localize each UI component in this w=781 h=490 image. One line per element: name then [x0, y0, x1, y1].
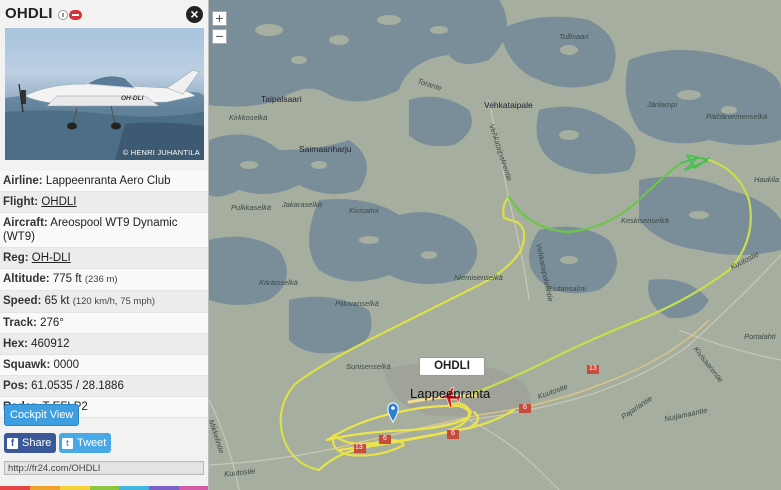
- pos-value: 61.0535 / 28.1886: [31, 380, 124, 392]
- place-label: Riutansalmi: [547, 284, 587, 293]
- facebook-share-button[interactable]: f Share: [4, 433, 57, 453]
- strip-segment: [119, 486, 150, 490]
- pos-label: Pos:: [3, 380, 28, 392]
- facebook-icon: f: [7, 437, 18, 449]
- place-label: Portalahti: [744, 332, 776, 341]
- strip-segment: [29, 486, 60, 490]
- color-strip: [0, 486, 208, 490]
- speed-metric: (120 km/h, 75 mph): [72, 296, 156, 307]
- place-label: Sunisenselkä: [346, 362, 391, 371]
- hide-icon[interactable]: [69, 10, 82, 20]
- strip-segment: [59, 486, 90, 490]
- place-label: Kirkkoselkä: [229, 113, 268, 122]
- place-label: Taipalsaari: [261, 94, 302, 104]
- detail-flight: Flight: OHDLI: [0, 192, 208, 213]
- airline-value: Lappeenranta Aero Club: [45, 175, 171, 187]
- road-6-label: 6: [523, 404, 527, 411]
- detail-altitude: Altitude: 775 ft (236 m): [0, 269, 208, 291]
- altitude-label: Altitude:: [3, 273, 50, 285]
- flight-link[interactable]: OHDLI: [41, 196, 76, 208]
- place-label: Saimaanharju: [299, 144, 352, 154]
- reg-link[interactable]: OH-DLI: [32, 252, 71, 264]
- place-label: Jänlampi: [647, 100, 678, 109]
- altitude-metric: (236 m): [84, 274, 118, 285]
- place-label: Pulkkaselkä: [231, 203, 272, 212]
- detail-airline: Airline: Lappeenranta Aero Club: [0, 171, 208, 192]
- zoom-out-button[interactable]: −: [212, 29, 227, 44]
- hex-label: Hex:: [3, 338, 28, 350]
- squawk-value: 0000: [53, 359, 80, 371]
- flight-info-panel: OHDLI × OH-DLI © HENRI JUHANTILA Airline…: [0, 0, 209, 490]
- panel-header: OHDLI ×: [0, 0, 208, 26]
- place-label: Niemisenselkä: [454, 273, 503, 282]
- map-flight-label[interactable]: OHDLI: [419, 357, 485, 376]
- detail-track: Track: 276°: [0, 313, 208, 334]
- altitude-value: 775 ft: [52, 273, 82, 285]
- twitter-bird-icon: t: [62, 437, 73, 449]
- strip-segment: [149, 486, 180, 490]
- strip-segment: [0, 486, 30, 490]
- track-label: Track:: [3, 317, 37, 329]
- place-label: Keskisenselkä: [621, 216, 669, 225]
- zoom-in-button[interactable]: +: [212, 11, 227, 26]
- speed-label: Speed:: [3, 295, 42, 307]
- aircraft-photo[interactable]: OH-DLI © HENRI JUHANTILA: [5, 28, 204, 160]
- squawk-label: Squawk:: [3, 359, 51, 371]
- flight-label: Flight:: [3, 196, 39, 208]
- tweet-button[interactable]: t Tweet: [59, 433, 112, 453]
- strip-segment: [179, 486, 208, 490]
- photo-registration-text: OH-DLI: [121, 95, 144, 102]
- place-label: Jakaraselkä: [282, 200, 323, 209]
- place-label: Piiluvanselkä: [335, 299, 379, 308]
- close-button[interactable]: ×: [186, 6, 203, 23]
- track-value: 276°: [40, 317, 64, 329]
- share-label: Share: [22, 437, 52, 449]
- city-label-lappeenranta: Lappeenranta: [410, 386, 491, 401]
- detail-aircraft: Aircraft: Areospool WT9 Dynamic (WT9): [0, 213, 208, 248]
- place-label: Vehkataipale: [484, 100, 533, 110]
- place-label: Haukila: [754, 175, 780, 184]
- detail-squawk: Squawk: 0000: [0, 355, 208, 376]
- hex-value: 460912: [31, 338, 70, 350]
- flight-details: Airline: Lappeenranta Aero Club Flight: …: [0, 171, 208, 418]
- share-url-field[interactable]: http://fr24.com/OHDLI: [4, 461, 204, 475]
- reg-label: Reg:: [3, 252, 29, 264]
- flight-title: OHDLI: [5, 5, 53, 22]
- detail-pos: Pos: 61.0535 / 28.1886: [0, 376, 208, 397]
- map-view[interactable]: 13 6 6 13 6 Tullisaari Torante Vehkataip…: [209, 0, 781, 490]
- airline-label: Airline:: [3, 175, 43, 187]
- place-label: Käräisselkä: [259, 278, 298, 287]
- place-label: Tullisaari: [559, 32, 589, 41]
- place-label: Päihäniemenselkä: [706, 112, 768, 121]
- road-6-label: 6: [383, 435, 387, 442]
- detail-reg: Reg: OH-DLI: [0, 248, 208, 269]
- tweet-label: Tweet: [77, 437, 107, 449]
- detail-hex: Hex: 460912: [0, 334, 208, 355]
- info-icon[interactable]: [58, 10, 68, 20]
- speed-value: 65 kt: [44, 295, 70, 307]
- photo-credit: © HENRI JUHANTILA: [122, 148, 200, 157]
- road-6-label: 6: [451, 430, 455, 437]
- road-13-label: 13: [589, 365, 597, 372]
- aircraft-label: Aircraft:: [3, 217, 48, 229]
- detail-speed: Speed: 65 kt (120 km/h, 75 mph): [0, 291, 208, 313]
- place-label: Kivisalmi: [349, 206, 379, 215]
- road-13-label: 13: [355, 444, 363, 451]
- cockpit-view-button[interactable]: Cockpit View: [4, 404, 80, 426]
- aircraft-photo-illustration: OH-DLI: [5, 69, 204, 160]
- strip-segment: [89, 486, 120, 490]
